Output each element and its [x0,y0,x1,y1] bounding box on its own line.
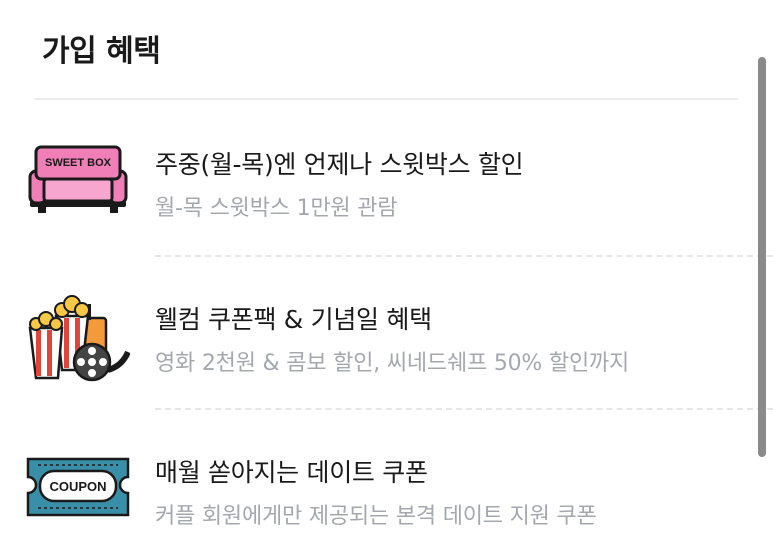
benefit-welcome-coupon[interactable]: 웰컴 쿠폰팩 & 기념일 혜택 영화 2천원 & 콤보 할인, 씨네드쉐프 50… [0,290,773,400]
sweet-box-sofa-icon: SWEET BOX [28,145,128,213]
benefit-description: 커플 회원에게만 제공되는 본격 데이트 지원 쿠폰 [155,504,597,529]
benefit-title: 매월 쏟아지는 데이트 쿠폰 [155,458,428,487]
title-divider [34,98,738,100]
scrollbar[interactable] [758,57,766,457]
coupon-label: COUPON [49,479,106,494]
benefit-description: 월-목 스윗박스 1만원 관람 [155,196,398,221]
benefit-sweet-box[interactable]: SWEET BOX 주중(월-목)엔 언제나 스윗박스 할인 월-목 스윗박스 … [0,135,773,245]
benefit-date-coupon[interactable]: COUPON 매월 쏟아지는 데이트 쿠폰 커플 회원에게만 제공되는 본격 데… [0,445,773,555]
benefits-page: 가입 혜택 SWEET BOX 주중(월-목)엔 언제나 스윗박스 할인 월-목… [0,0,773,558]
row-divider [155,408,773,410]
benefit-description: 영화 2천원 & 콤보 할인, 씨네드쉐프 50% 할인까지 [155,351,630,376]
popcorn-film-reel-icon [28,295,130,382]
row-divider [155,255,773,257]
benefit-title: 주중(월-목)엔 언제나 스윗박스 할인 [155,150,524,179]
coupon-ticket-icon: COUPON [26,457,130,517]
benefit-title: 웰컴 쿠폰팩 & 기념일 혜택 [155,305,432,334]
sweet-box-label: SWEET BOX [45,157,112,169]
section-title: 가입 혜택 [42,34,161,69]
